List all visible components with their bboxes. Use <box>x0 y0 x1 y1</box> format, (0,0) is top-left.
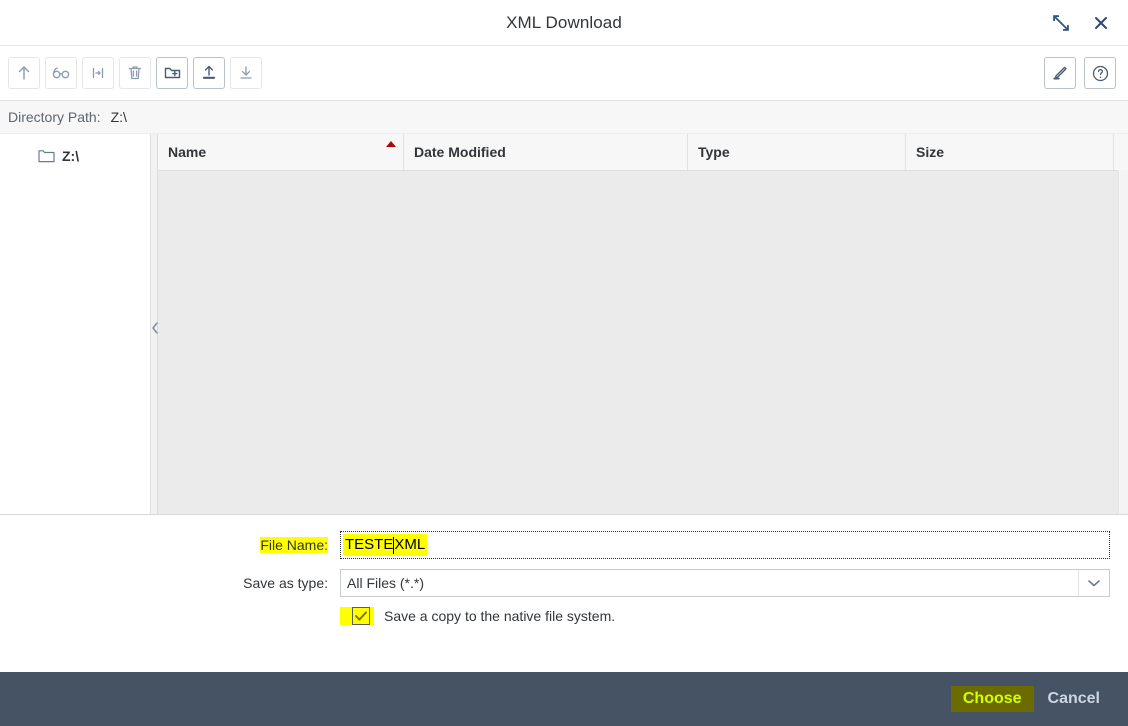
file-name-value-before-caret: TESTE <box>345 536 394 553</box>
column-header-size-label: Size <box>916 144 945 160</box>
chevron-down-icon[interactable] <box>1078 570 1109 596</box>
file-toolbar <box>0 46 1128 101</box>
native-copy-checkbox[interactable] <box>352 607 370 625</box>
upload-button[interactable] <box>193 57 225 89</box>
sort-ascending-icon <box>386 141 396 147</box>
rename-icon <box>89 64 107 82</box>
save-as-type-select[interactable]: All Files (*.*) <box>340 569 1110 597</box>
column-header-name-label: Name <box>168 144 207 160</box>
directory-path-value: Z:\ <box>110 109 127 125</box>
toolbar-left-group <box>8 57 262 89</box>
file-name-value-after-caret: XML <box>394 536 426 553</box>
toolbar-right-group <box>1044 57 1116 89</box>
xml-download-dialog: XML Download Directory Path: Z:\ Z:\ Nam… <box>0 0 1128 726</box>
arrow-up-icon <box>15 64 33 82</box>
help-button[interactable] <box>1084 57 1116 89</box>
file-name-label: File Name: <box>260 537 328 553</box>
cancel-button[interactable]: Cancel <box>1038 686 1110 712</box>
column-header-size[interactable]: Size <box>906 134 1114 170</box>
save-as-type-label-wrap: Save as type: <box>10 575 340 591</box>
file-browser: Z:\ Name Date Modified Type Size <box>0 134 1128 514</box>
pen-icon <box>1051 64 1069 82</box>
titlebar-actions <box>1046 0 1116 45</box>
tree-node-label: Z:\ <box>62 148 80 164</box>
directory-path-bar: Directory Path: Z:\ <box>0 101 1128 134</box>
column-header-date-modified[interactable]: Date Modified <box>404 134 688 170</box>
edit-button[interactable] <box>1044 57 1076 89</box>
column-header-date-modified-label: Date Modified <box>414 144 506 160</box>
file-name-input[interactable]: TESTE XML <box>340 531 1110 559</box>
choose-button[interactable]: Choose <box>950 686 1034 712</box>
column-header-filler <box>1114 134 1128 170</box>
new-folder-button[interactable] <box>156 57 188 89</box>
column-header-type-label: Type <box>698 144 730 160</box>
rename-button[interactable] <box>82 57 114 89</box>
table-body-empty <box>158 171 1128 514</box>
download-button[interactable] <box>230 57 262 89</box>
folder-add-icon <box>163 64 182 82</box>
dialog-titlebar: XML Download <box>0 0 1128 46</box>
column-header-type[interactable]: Type <box>688 134 906 170</box>
table-vertical-scrollbar[interactable] <box>1118 170 1128 514</box>
glasses-icon <box>51 64 71 82</box>
navigate-up-button[interactable] <box>8 57 40 89</box>
folder-tree: Z:\ <box>0 134 150 514</box>
file-table: Name Date Modified Type Size <box>158 134 1128 514</box>
folder-icon <box>38 149 55 163</box>
column-header-name[interactable]: Name <box>158 134 404 170</box>
view-button[interactable] <box>45 57 77 89</box>
upload-icon <box>200 64 218 82</box>
native-copy-checkbox-highlight <box>340 607 374 625</box>
save-as-type-label: Save as type: <box>243 575 328 591</box>
file-name-label-wrap: File Name: <box>10 537 340 553</box>
trash-icon <box>126 64 144 82</box>
expand-icon[interactable] <box>1046 8 1076 38</box>
question-circle-icon <box>1091 64 1110 83</box>
file-name-row: File Name: TESTE XML <box>10 531 1118 559</box>
panel-splitter[interactable] <box>150 134 158 514</box>
directory-path-label: Directory Path: <box>8 109 101 125</box>
delete-button[interactable] <box>119 57 151 89</box>
dialog-title: XML Download <box>506 12 622 32</box>
save-form: File Name: TESTE XML Save as type: All F… <box>0 515 1128 672</box>
save-as-type-value: All Files (*.*) <box>347 575 425 591</box>
download-icon <box>237 64 255 82</box>
close-icon[interactable] <box>1086 8 1116 38</box>
save-as-type-row: Save as type: All Files (*.*) <box>10 569 1118 597</box>
native-copy-label: Save a copy to the native file system. <box>384 608 616 624</box>
file-name-value: TESTE XML <box>343 534 428 556</box>
native-copy-row: Save a copy to the native file system. <box>10 607 1118 625</box>
table-header-row: Name Date Modified Type Size <box>158 134 1128 171</box>
dialog-footer: Choose Cancel <box>0 672 1128 726</box>
tree-node-root[interactable]: Z:\ <box>0 142 150 170</box>
